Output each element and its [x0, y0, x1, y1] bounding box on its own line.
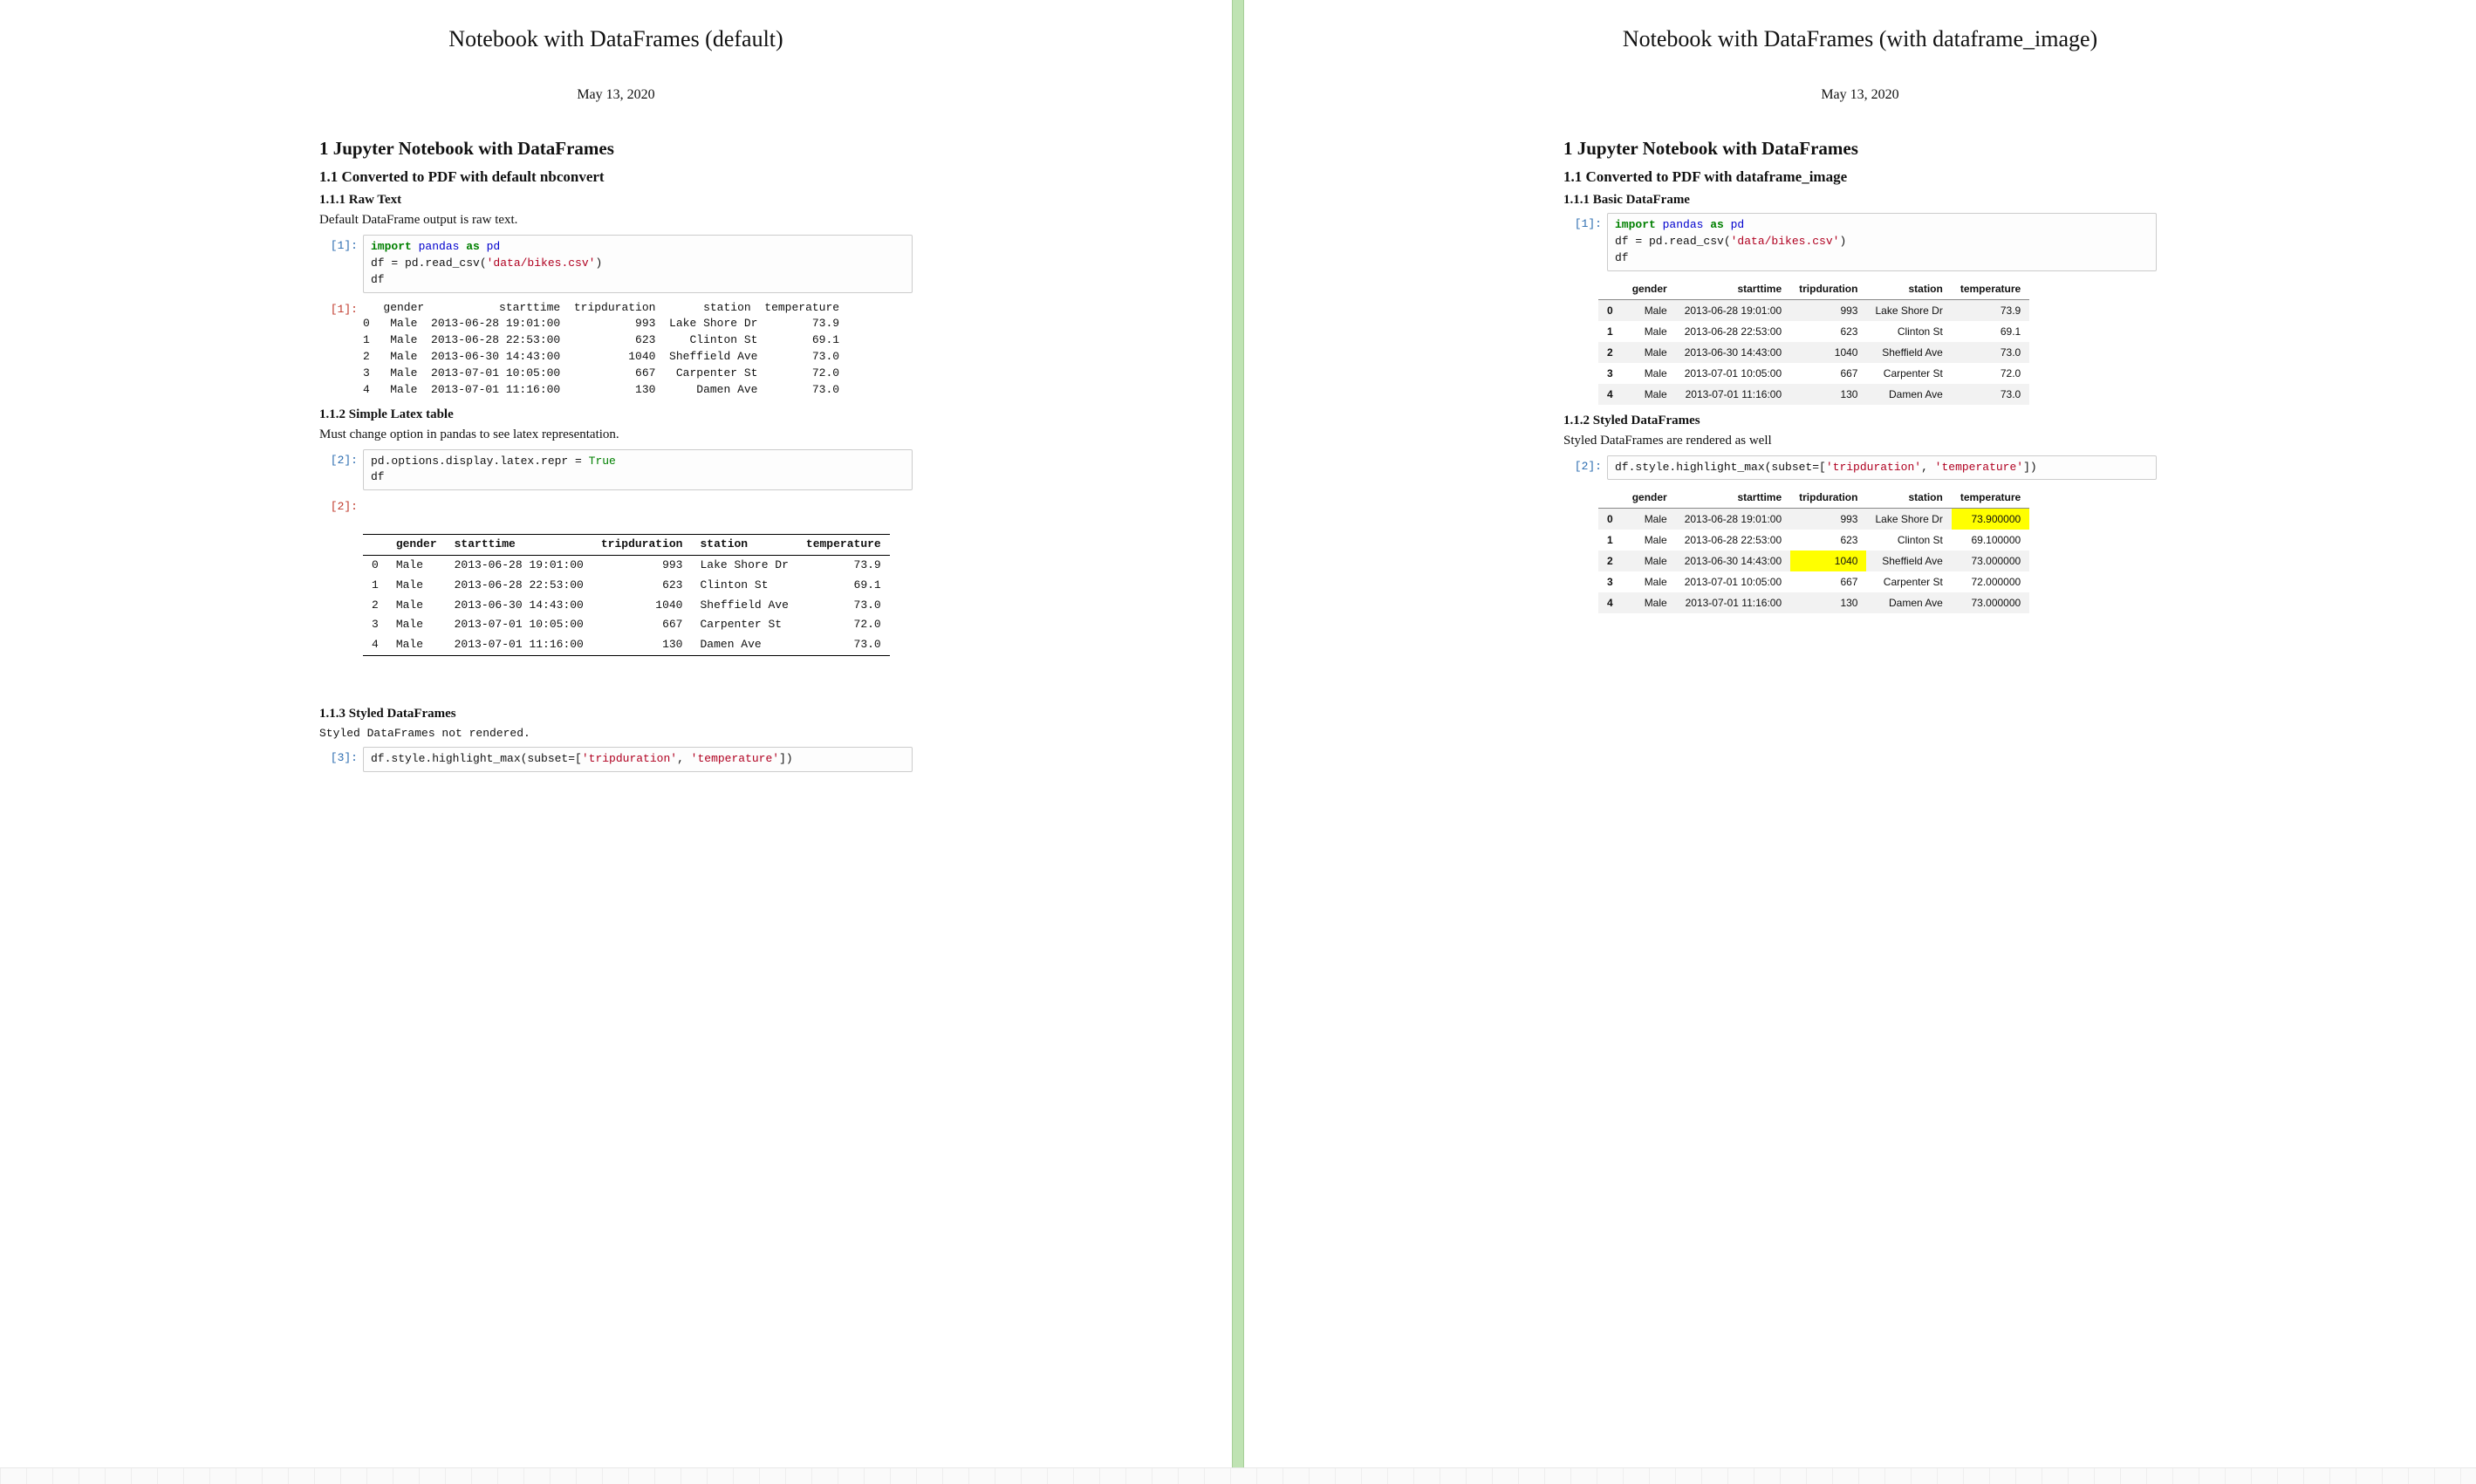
left-title: Notebook with DataFrames (default) — [26, 26, 1206, 52]
prompt-in: [3]: — [319, 747, 363, 764]
prompt-in: [2]: — [1563, 455, 1607, 473]
right-title: Notebook with DataFrames (with dataframe… — [1270, 26, 2450, 52]
left-sec3-para: Styled DataFrames not rendered. — [319, 727, 913, 740]
table-header: station — [1866, 487, 1951, 509]
left-sec1-para: Default DataFrame output is raw text. — [319, 213, 913, 228]
table-header: starttime — [1676, 487, 1790, 509]
code-block: df.style.highlight_max(subset=['tripdura… — [363, 747, 913, 772]
table-row: 2Male2013-06-30 14:43:001040Sheffield Av… — [363, 596, 890, 616]
right-h1: 1 Jupyter Notebook with DataFrames — [1563, 138, 2157, 160]
left-cell2-in: [2]: pd.options.display.latex.repr = Tru… — [319, 449, 913, 491]
left-pane: Notebook with DataFrames (default) May 1… — [0, 0, 1232, 1467]
dataframe-table: genderstarttimetripdurationstationtemper… — [1598, 278, 2029, 405]
right-sec2-para: Styled DataFrames are rendered as well — [1563, 434, 2157, 448]
table-row: 3Male2013-07-01 10:05:00667Carpenter St7… — [1598, 363, 2029, 384]
left-sec2-para: Must change option in pandas to see late… — [319, 427, 913, 442]
left-sec2-h3: 1.1.2 Simple Latex table — [319, 407, 913, 422]
prompt-in: [2]: — [319, 449, 363, 467]
table-row: 4Male2013-07-01 11:16:00130Damen Ave73.0 — [363, 635, 890, 655]
table-row: 2Male2013-06-30 14:43:001040Sheffield Av… — [1598, 551, 2029, 571]
right-sec1-h3: 1.1.1 Basic DataFrame — [1563, 193, 2157, 208]
table-header: tripduration — [592, 534, 692, 555]
table-header: starttime — [1676, 278, 1790, 300]
table-header: temperature — [1952, 487, 2029, 509]
table-row: 1Male2013-06-28 22:53:00623Clinton St69.… — [1598, 530, 2029, 551]
table-row: 2Male2013-06-30 14:43:001040Sheffield Av… — [1598, 342, 2029, 363]
table-header — [1598, 487, 1624, 509]
right-cell2-in: [2]: df.style.highlight_max(subset=['tri… — [1563, 455, 2157, 481]
styled-dataframe-table: genderstarttimetripdurationstationtemper… — [1598, 487, 2029, 613]
table-row: 0Male2013-06-28 19:01:00993Lake Shore Dr… — [1598, 299, 2029, 321]
latex-table-output: genderstarttimetripdurationstationtemper… — [363, 496, 913, 699]
table-row: 3Male2013-07-01 10:05:00667Carpenter St7… — [1598, 571, 2029, 592]
table-row: 1Male2013-06-28 22:53:00623Clinton St69.… — [363, 576, 890, 596]
viewport: Notebook with DataFrames (default) May 1… — [0, 0, 2476, 1467]
table-row: 3Male2013-07-01 10:05:00667Carpenter St7… — [363, 615, 890, 635]
table-row: 4Male2013-07-01 11:16:00130Damen Ave73.0… — [1598, 592, 2029, 613]
left-cell2-out: [2]: genderstarttimetripdurationstationt… — [319, 496, 913, 699]
left-content: 1 Jupyter Notebook with DataFrames 1.1 C… — [319, 138, 913, 772]
prompt-in: [1]: — [1563, 213, 1607, 230]
table-row: 0Male2013-06-28 19:01:00993Lake Shore Dr… — [1598, 509, 2029, 530]
table-row: 0Male2013-06-28 19:01:00993Lake Shore Dr… — [363, 555, 890, 575]
left-sec3-h3: 1.1.3 Styled DataFrames — [319, 707, 913, 721]
left-cell1-out: [1]: gender starttime tripduration stati… — [319, 298, 913, 400]
table-header: tripduration — [1790, 278, 1866, 300]
left-h2: 1.1 Converted to PDF with default nbconv… — [319, 168, 913, 186]
table-header: tripduration — [1790, 487, 1866, 509]
code-block: df.style.highlight_max(subset=['tripdura… — [1607, 455, 2157, 481]
table-header: gender — [1624, 487, 1676, 509]
table-row: 4Male2013-07-01 11:16:00130Damen Ave73.0 — [1598, 384, 2029, 405]
raw-output: gender starttime tripduration station te… — [363, 298, 913, 400]
code-block: import pandas as pd df = pd.read_csv('da… — [363, 235, 913, 293]
left-sec1-h3: 1.1.1 Raw Text — [319, 193, 913, 208]
prompt-out: [1]: — [319, 298, 363, 316]
table-header: gender — [1624, 278, 1676, 300]
right-content: 1 Jupyter Notebook with DataFrames 1.1 C… — [1563, 138, 2157, 613]
table-header — [1598, 278, 1624, 300]
right-sec2-h3: 1.1.2 Styled DataFrames — [1563, 414, 2157, 428]
table-header: temperature — [797, 534, 890, 555]
table-row: 1Male2013-06-28 22:53:00623Clinton St69.… — [1598, 321, 2029, 342]
table-header: temperature — [1952, 278, 2029, 300]
table-header: starttime — [446, 534, 592, 555]
code-block: pd.options.display.latex.repr = True df — [363, 449, 913, 491]
left-date: May 13, 2020 — [26, 87, 1206, 103]
pane-divider[interactable] — [1232, 0, 1244, 1467]
left-cell1-in: [1]: import pandas as pd df = pd.read_cs… — [319, 235, 913, 293]
left-cell3-in: [3]: df.style.highlight_max(subset=['tri… — [319, 747, 913, 772]
latex-table: genderstarttimetripdurationstationtemper… — [363, 534, 890, 656]
table-header — [363, 534, 387, 555]
right-date: May 13, 2020 — [1270, 87, 2450, 103]
prompt-out: [2]: — [319, 496, 363, 513]
right-pane: Notebook with DataFrames (with dataframe… — [1244, 0, 2476, 1467]
footer-ruler — [0, 1467, 2476, 1484]
right-cell1-in: [1]: import pandas as pd df = pd.read_cs… — [1563, 213, 2157, 271]
right-h2: 1.1 Converted to PDF with dataframe_imag… — [1563, 168, 2157, 186]
left-h1: 1 Jupyter Notebook with DataFrames — [319, 138, 913, 160]
table-header: gender — [387, 534, 446, 555]
prompt-in: [1]: — [319, 235, 363, 252]
code-block: import pandas as pd df = pd.read_csv('da… — [1607, 213, 2157, 271]
table-header: station — [691, 534, 797, 555]
table-header: station — [1866, 278, 1951, 300]
